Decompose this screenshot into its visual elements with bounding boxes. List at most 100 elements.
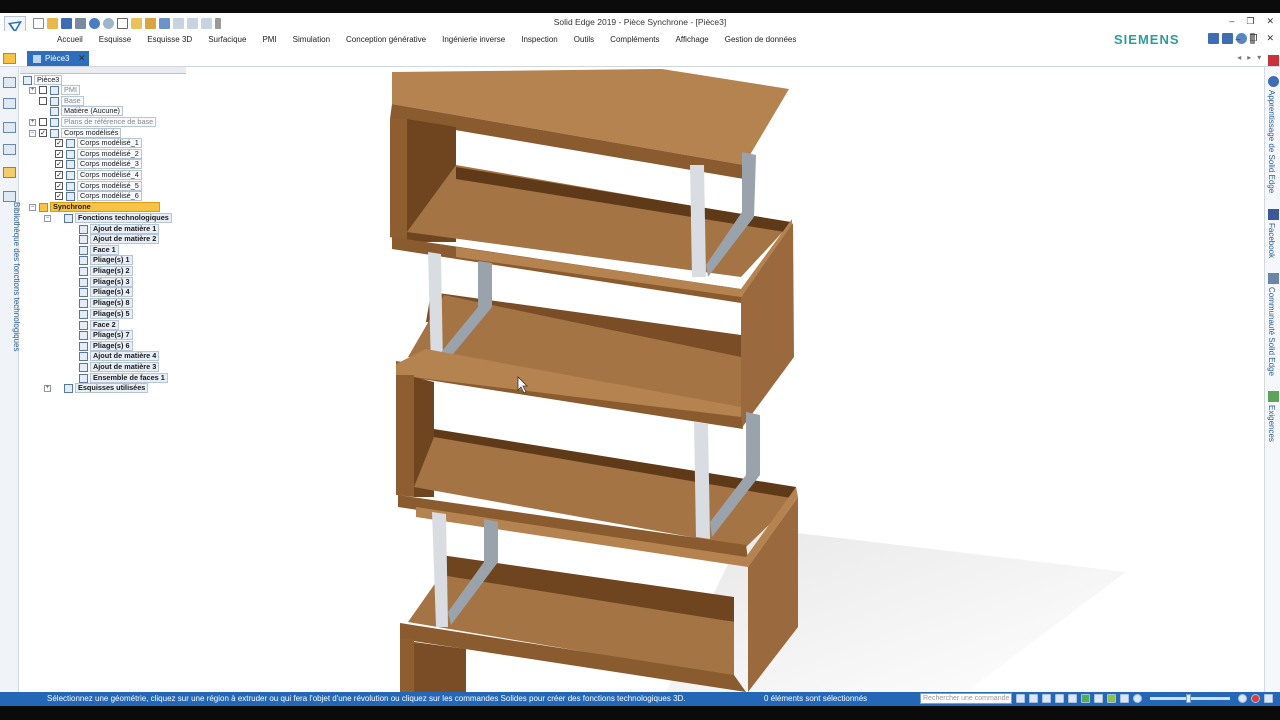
tree-item-pmi[interactable]: + PMI (29, 85, 80, 95)
feature-item[interactable]: Pliage(s) 3 (79, 277, 133, 287)
tree-item-synchrone[interactable]: − Synchrone (29, 202, 160, 212)
collapse-icon[interactable]: − (44, 214, 51, 222)
tab-outils[interactable]: Outils (566, 35, 602, 44)
tab-complements[interactable]: Compléments (602, 35, 667, 44)
expand-icon[interactable]: + (29, 86, 36, 94)
tab-surfacique[interactable]: Surfacique (200, 35, 254, 44)
community-panel-tab[interactable]: Communauté Solid Edge (1267, 287, 1276, 376)
tree-item-plans[interactable]: + Plans de référence de base (29, 117, 157, 127)
zoom-icon[interactable] (1055, 694, 1064, 703)
requirements-panel-tab[interactable]: Exigences (1267, 405, 1276, 442)
feature-item[interactable]: Pliage(s) 6 (79, 341, 133, 351)
table-icon[interactable] (3, 191, 16, 202)
checkbox[interactable] (39, 97, 47, 105)
arrow-icon[interactable] (1016, 694, 1025, 703)
feature-item[interactable]: Pliage(s) 4 (79, 287, 133, 297)
tree-item-corps-6[interactable]: ✓ Corps modélisé_6 (55, 191, 142, 201)
feature-item[interactable]: Ajout de matière 2 (79, 234, 160, 244)
zoom-in-icon[interactable] (1238, 694, 1247, 703)
feature-item[interactable]: Pliage(s) 5 (79, 309, 133, 319)
tree-item-corps[interactable]: − ✓ Corps modélisés (29, 128, 122, 138)
doc-restore-icon[interactable]: ❐ (1249, 33, 1257, 44)
tab-inspection[interactable]: Inspection (513, 35, 565, 44)
layers-icon[interactable] (3, 98, 16, 109)
feature-item[interactable]: Ajout de matière 1 (79, 224, 160, 234)
view-orientation-icon[interactable] (1094, 694, 1103, 703)
feature-item[interactable]: Face 1 (79, 245, 119, 255)
zoom-area-icon[interactable] (1042, 694, 1051, 703)
feature-item[interactable]: Ensemble de faces 1 (79, 373, 168, 383)
minimize-icon[interactable]: – (1229, 16, 1234, 27)
pan-icon[interactable] (1068, 694, 1077, 703)
tree-item-corps-3[interactable]: ✓ Corps modélisé_3 (55, 159, 142, 169)
close-icon[interactable]: ✕ (1266, 16, 1274, 27)
feature-item[interactable]: Pliage(s) 8 (79, 298, 133, 308)
tree-item-corps-1[interactable]: ✓ Corps modélisé_1 (55, 138, 142, 148)
doc-minimize-icon[interactable]: – (1235, 34, 1240, 44)
facebook-panel-tab[interactable]: Facebook (1267, 223, 1276, 258)
key-icon[interactable] (3, 53, 16, 64)
tree-item-fonctions[interactable]: − Fonctions technologiques (44, 213, 172, 223)
feature-item[interactable]: Pliage(s) 2 (79, 266, 133, 276)
tab-ingenierie-inverse[interactable]: Ingénierie inverse (434, 35, 513, 44)
tree-item-esquisses[interactable]: + Esquisses utilisées (44, 383, 149, 393)
checkbox[interactable]: ✓ (39, 129, 47, 137)
feature-library-icon[interactable] (3, 122, 16, 133)
graphics-window[interactable] (186, 67, 1264, 692)
feature-item[interactable]: Ajout de matière 4 (79, 351, 160, 361)
command-search-input[interactable]: Rechercher une commande (920, 693, 1012, 704)
checkbox[interactable]: ✓ (55, 192, 63, 200)
doc-close-icon[interactable]: ✕ (1266, 33, 1274, 44)
tree-root[interactable]: Pièce3 (23, 75, 63, 85)
zoom-slider[interactable] (1150, 694, 1230, 703)
feature-item[interactable]: Face 2 (79, 320, 119, 330)
family-icon[interactable] (3, 144, 16, 155)
learning-icon[interactable] (1268, 76, 1279, 87)
tree-item-base[interactable]: Base (39, 96, 84, 106)
youtube-icon[interactable] (1268, 55, 1279, 66)
window-list-icon[interactable] (1222, 33, 1233, 44)
feature-item[interactable]: Pliage(s) 1 (79, 255, 133, 265)
layout-switch-icon[interactable] (1208, 33, 1219, 44)
facebook-icon[interactable] (1268, 209, 1279, 220)
tab-conception-generative[interactable]: Conception générative (338, 35, 434, 44)
tree-item-matiere[interactable]: Matière (Aucune) (50, 106, 123, 116)
zoom-out-icon[interactable] (1133, 694, 1142, 703)
learning-panel-tab[interactable]: Apprentissage de Solid Edge (1267, 90, 1276, 193)
checkbox[interactable]: ✓ (55, 139, 63, 147)
tab-accueil[interactable]: Accueil (49, 35, 91, 44)
tab-simulation[interactable]: Simulation (285, 35, 338, 44)
checkbox[interactable] (39, 86, 47, 94)
settings-icon[interactable] (1264, 694, 1273, 703)
restore-icon[interactable]: ❐ (1246, 16, 1254, 27)
display-style-icon[interactable] (1120, 694, 1129, 703)
tree-item-corps-5[interactable]: ✓ Corps modélisé_5 (55, 181, 142, 191)
tab-affichage[interactable]: Affichage (668, 35, 717, 44)
rotate-icon[interactable] (1081, 694, 1090, 703)
tab-next-icon[interactable]: ▸ (1247, 53, 1251, 62)
pathfinder-header[interactable] (20, 67, 186, 74)
feature-item[interactable]: Ajout de matière 3 (79, 362, 160, 372)
tab-gestion-donnees[interactable]: Gestion de données (717, 35, 805, 44)
tree-item-corps-2[interactable]: ✓ Corps modélisé_2 (55, 149, 142, 159)
tree-item-corps-4[interactable]: ✓ Corps modélisé_4 (55, 170, 142, 180)
tab-list-icon[interactable]: ▾ (1257, 53, 1261, 62)
tab-esquisse-3d[interactable]: Esquisse 3D (139, 35, 200, 44)
community-icon[interactable] (1268, 273, 1279, 284)
checkbox[interactable] (39, 118, 47, 126)
sensor-icon[interactable] (3, 167, 16, 178)
requirements-icon[interactable] (1268, 391, 1279, 402)
checkbox[interactable]: ✓ (55, 160, 63, 168)
pathfinder-icon[interactable] (3, 77, 16, 88)
document-tab-close-icon[interactable]: ✕ (78, 53, 86, 64)
feature-library-panel-tab[interactable]: Bibliothèque des fonctions technologique… (0, 202, 21, 351)
shading-icon[interactable] (1107, 694, 1116, 703)
tab-esquisse[interactable]: Esquisse (91, 35, 139, 44)
zoom-slider-thumb[interactable] (1186, 694, 1191, 703)
fit-icon[interactable] (1029, 694, 1038, 703)
record-icon[interactable] (1251, 694, 1260, 703)
tab-prev-icon[interactable]: ◂ (1237, 53, 1241, 62)
expand-icon[interactable]: + (29, 118, 36, 126)
collapse-icon[interactable]: − (29, 129, 36, 137)
checkbox[interactable]: ✓ (55, 171, 63, 179)
